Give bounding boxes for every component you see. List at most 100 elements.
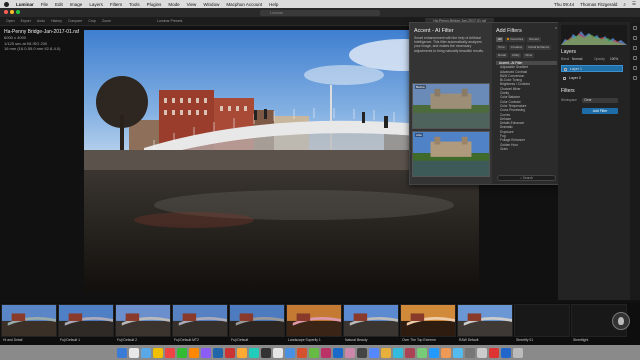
- menu-image[interactable]: Image: [70, 2, 83, 7]
- layer-item-0[interactable]: Layer 0: [561, 75, 623, 82]
- workspace-select[interactable]: Clear: [582, 98, 618, 103]
- category-detail-enhance[interactable]: Detail Enhance: [526, 45, 552, 50]
- dock-app-icon[interactable]: [213, 347, 223, 358]
- close-window-icon[interactable]: [4, 10, 8, 14]
- dock-app-icon[interactable]: [381, 347, 391, 358]
- user-name[interactable]: Thomas Fitzgerald: [580, 2, 617, 7]
- dock-app-icon[interactable]: [141, 347, 151, 358]
- preset-thumb[interactable]: Fuji Default MT2: [172, 304, 228, 344]
- toolbar-export[interactable]: Export: [21, 19, 31, 23]
- toolbar-undo[interactable]: Undo: [37, 19, 45, 23]
- menu-help[interactable]: Help: [269, 2, 278, 7]
- category-all[interactable]: All: [496, 37, 504, 42]
- preset-thumb[interactable]: Fuji Default 2: [115, 304, 171, 344]
- menu-window[interactable]: Window: [203, 2, 219, 7]
- minimize-window-icon[interactable]: [10, 10, 14, 14]
- info-icon[interactable]: [633, 46, 637, 50]
- preset-thumb[interactable]: Streetify 01: [514, 304, 570, 344]
- toolbar-compare[interactable]: Compare: [68, 19, 82, 23]
- opacity-value[interactable]: 100%: [610, 57, 618, 61]
- dock-app-icon[interactable]: [477, 347, 487, 358]
- dock-app-icon[interactable]: [153, 347, 163, 358]
- dock-app-icon[interactable]: [501, 347, 511, 358]
- dock-app-icon[interactable]: [201, 347, 211, 358]
- dock-app-icon[interactable]: [261, 347, 271, 358]
- list-icon[interactable]: ☰: [632, 1, 636, 7]
- category-detail[interactable]: Detail: [496, 53, 508, 58]
- dock-app-icon[interactable]: [129, 347, 139, 358]
- close-icon[interactable]: ×: [555, 25, 557, 30]
- toolbar-history[interactable]: History: [51, 19, 62, 23]
- filter-item[interactable]: Grain: [496, 147, 557, 151]
- apple-menu-icon[interactable]: [4, 1, 9, 7]
- search-icon[interactable]: ⌕: [623, 2, 626, 7]
- layer-visibility-icon[interactable]: [563, 77, 566, 80]
- dock-app-icon[interactable]: [189, 347, 199, 358]
- layer-visibility-icon[interactable]: [564, 68, 567, 71]
- dock-app-icon[interactable]: [465, 347, 475, 358]
- dock-app-icon[interactable]: [237, 347, 247, 358]
- dock-app-icon[interactable]: [117, 347, 127, 358]
- preset-thumb[interactable]: Fuji Default 1: [58, 304, 114, 344]
- menu-app[interactable]: Luminar: [16, 2, 34, 7]
- dock-app-icon[interactable]: [369, 347, 379, 358]
- presets-tab[interactable]: Luminar Presets: [157, 19, 182, 23]
- toolbar-open[interactable]: Open: [6, 19, 15, 23]
- category-mine[interactable]: Mine: [523, 53, 535, 58]
- toolbar-zoom[interactable]: Zoom: [102, 19, 111, 23]
- dock-app-icon[interactable]: [321, 347, 331, 358]
- dock-app-icon[interactable]: [441, 347, 451, 358]
- zoom-window-icon[interactable]: [16, 10, 20, 14]
- dock-app-icon[interactable]: [285, 347, 295, 358]
- preset-thumb[interactable]: Landscape Superfly 1: [286, 304, 342, 344]
- category-creative[interactable]: Creative: [508, 45, 525, 50]
- dock-app-icon[interactable]: [345, 347, 355, 358]
- toolbar-crop[interactable]: Crop: [88, 19, 96, 23]
- menu-file[interactable]: File: [41, 2, 48, 7]
- mask-icon[interactable]: [633, 66, 637, 70]
- menu-edit[interactable]: Edit: [55, 2, 63, 7]
- dock-app-icon[interactable]: [297, 347, 307, 358]
- category-tone[interactable]: Tone: [496, 45, 507, 50]
- preset-thumb[interactable]: Fuji Default: [229, 304, 285, 344]
- layers-toggle-icon[interactable]: [633, 36, 637, 40]
- menu-layers[interactable]: Layers: [89, 2, 103, 7]
- dock-app-icon[interactable]: [273, 347, 283, 358]
- dock-app-icon[interactable]: [453, 347, 463, 358]
- dock-app-icon[interactable]: [513, 347, 523, 358]
- history-icon[interactable]: [633, 76, 637, 80]
- category-utility[interactable]: Utility: [509, 53, 522, 58]
- dock-app-icon[interactable]: [489, 347, 499, 358]
- category-favorites[interactable]: Favorites: [505, 37, 526, 42]
- blend-select[interactable]: Normal: [572, 57, 582, 61]
- dock-app-icon[interactable]: [393, 347, 403, 358]
- menu-mode[interactable]: Mode: [168, 2, 179, 7]
- dock-app-icon[interactable]: [225, 347, 235, 358]
- dock-app-icon[interactable]: [429, 347, 439, 358]
- brush-icon[interactable]: [633, 56, 637, 60]
- layer-item-1[interactable]: Layer 1: [561, 65, 623, 72]
- preset-thumb[interactable]: Hi and Detail: [1, 304, 57, 344]
- menu-account[interactable]: Macphun Account: [226, 2, 262, 7]
- dock-app-icon[interactable]: [165, 347, 175, 358]
- dock-app-icon[interactable]: [417, 347, 427, 358]
- dock-app-icon[interactable]: [405, 347, 415, 358]
- preset-thumb[interactable]: Natural Beauty: [343, 304, 399, 344]
- user-presets-icon[interactable]: [612, 312, 630, 330]
- dock-app-icon[interactable]: [309, 347, 319, 358]
- category-recent[interactable]: Recent: [527, 37, 541, 42]
- add-filter-button[interactable]: Add Filter: [582, 108, 618, 114]
- preset-thumb[interactable]: Over The Top Extreme: [400, 304, 456, 344]
- menu-view[interactable]: View: [187, 2, 197, 7]
- preset-thumb[interactable]: RAW Default: [457, 304, 513, 344]
- dock-app-icon[interactable]: [357, 347, 367, 358]
- search-input[interactable]: ⌕ Search: [497, 175, 556, 181]
- dock-app-icon[interactable]: [177, 347, 187, 358]
- menu-filters[interactable]: Filters: [110, 2, 122, 7]
- histogram-toggle-icon[interactable]: [633, 26, 637, 30]
- clock[interactable]: Thu 09:44: [554, 2, 574, 7]
- dock-app-icon[interactable]: [249, 347, 259, 358]
- menu-plugins[interactable]: Plugins: [147, 2, 162, 7]
- menu-tools[interactable]: Tools: [129, 2, 140, 7]
- dock-app-icon[interactable]: [333, 347, 343, 358]
